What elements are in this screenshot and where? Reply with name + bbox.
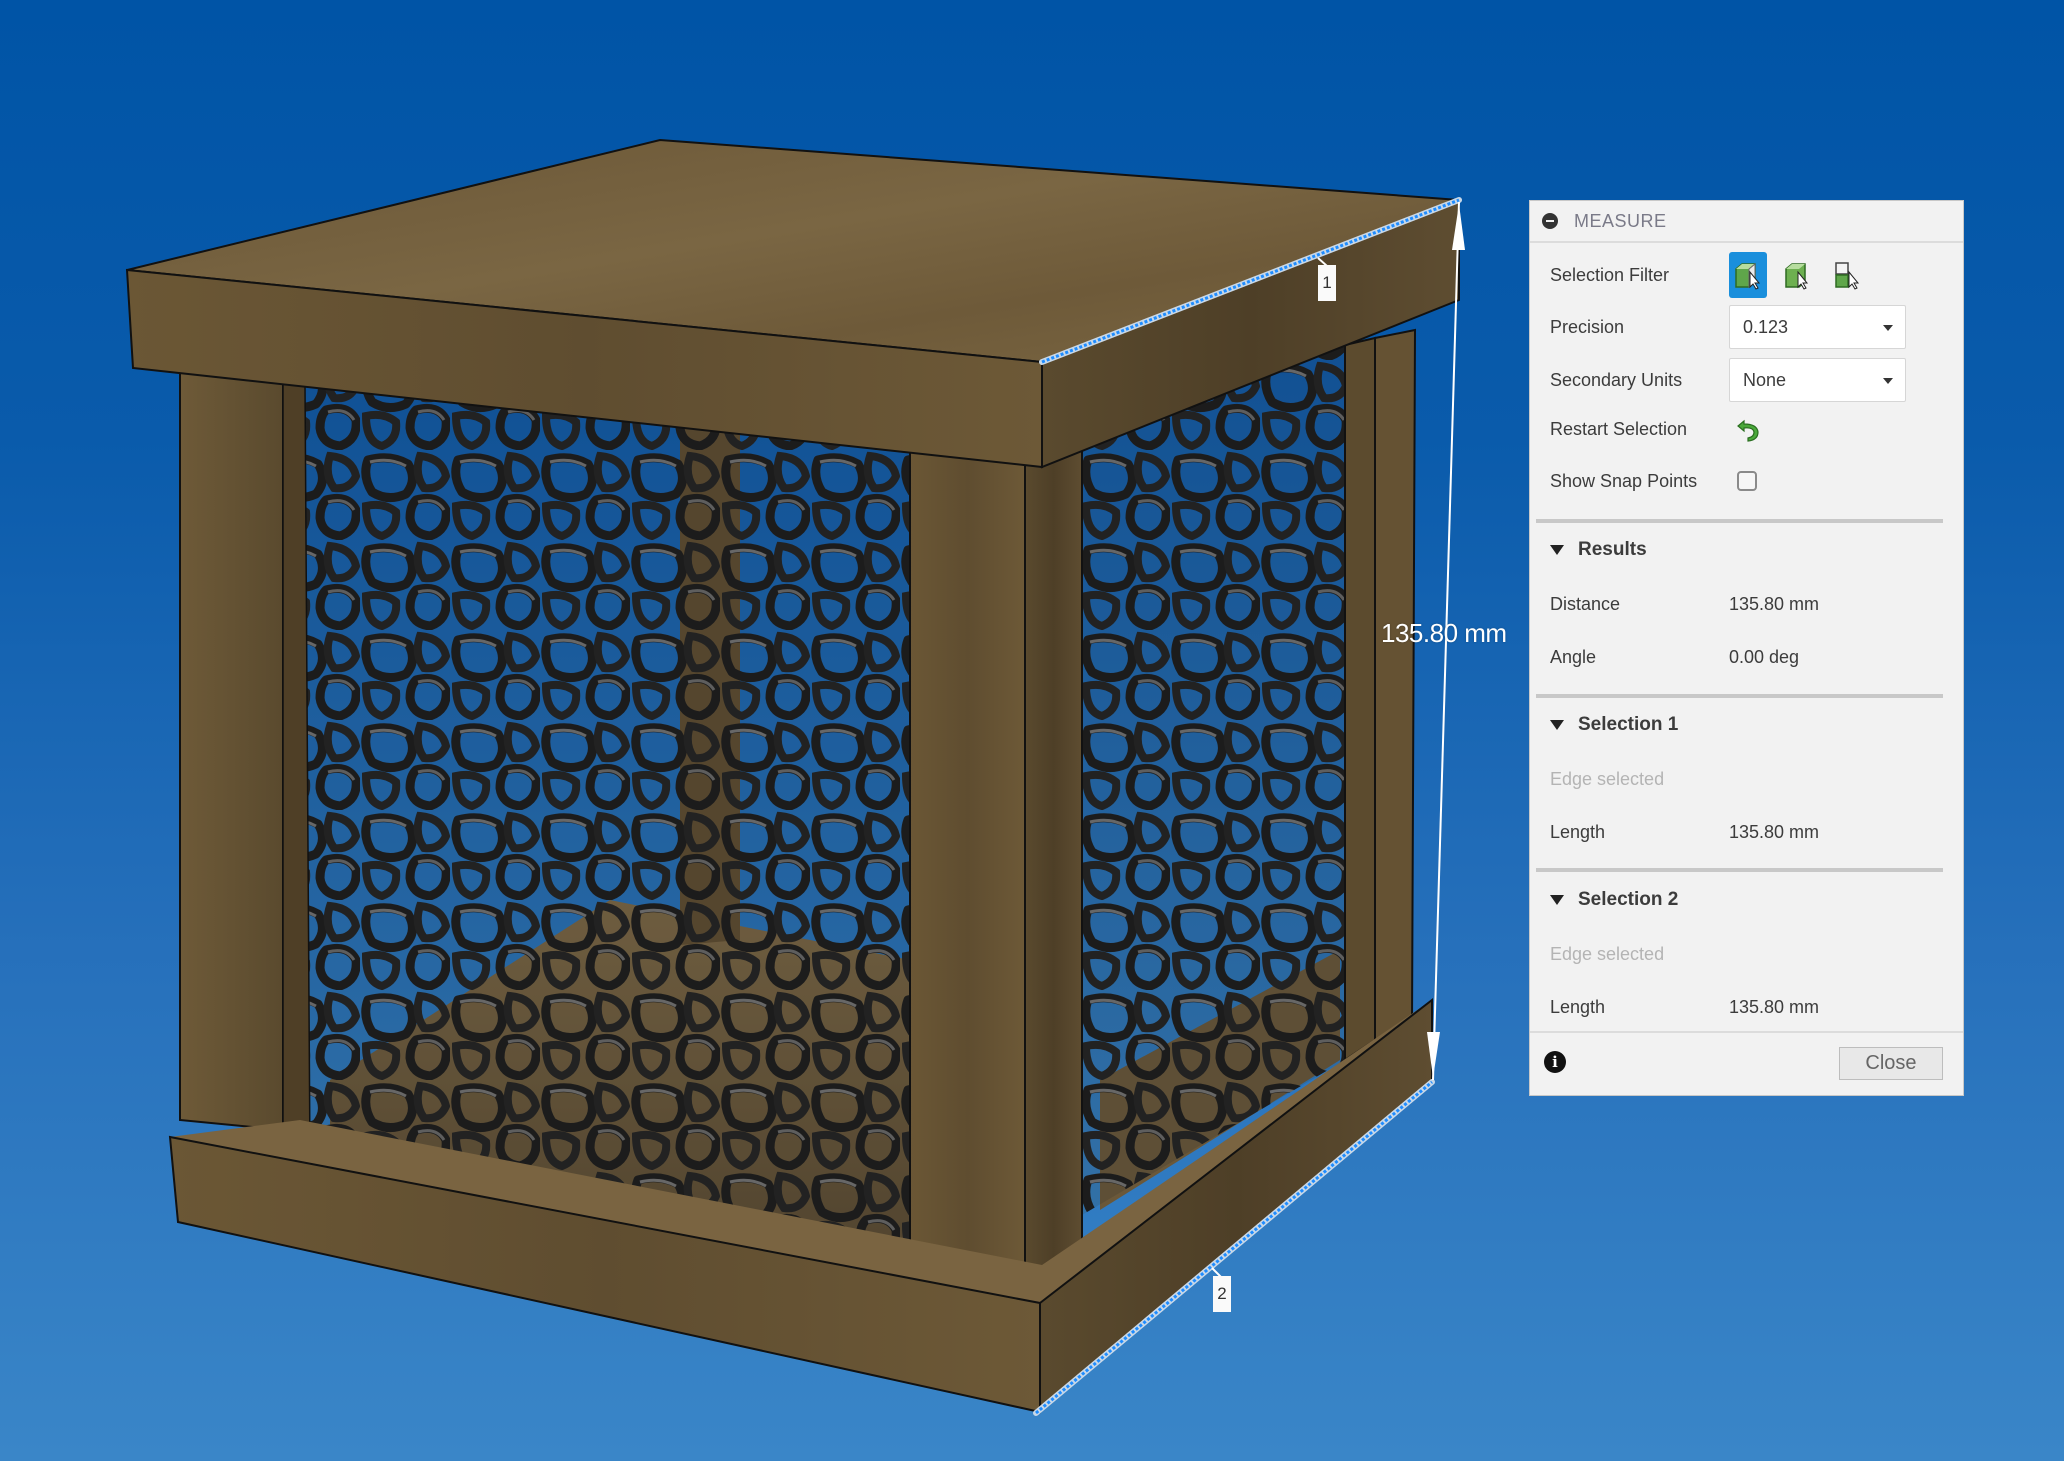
angle-label: Angle — [1550, 646, 1597, 667]
selection1-status: Edge selected — [1550, 768, 1665, 789]
back-right-column-face — [1374, 328, 1417, 1042]
selection2-section-header[interactable]: Selection 2 — [1550, 880, 1678, 920]
distance-label: Distance — [1550, 593, 1621, 614]
restart-selection-row: Restart Selection — [1550, 409, 1943, 449]
angle-row: Angle 0.00 deg — [1550, 637, 1943, 677]
front-left-column-inner — [282, 379, 311, 1161]
selection1-length-value: 135.80 mm — [1729, 821, 1820, 842]
select-face-icon — [1785, 263, 1809, 290]
front-left-column-side — [179, 368, 284, 1132]
filter-body-button[interactable] — [1729, 252, 1767, 298]
divider — [1536, 694, 1943, 698]
secondary-units-value: None — [1743, 369, 1787, 390]
selection2-length-row: Length 135.80 mm — [1550, 987, 1943, 1027]
distance-value: 135.80 mm — [1729, 593, 1820, 614]
precision-row: Precision 0.123 — [1550, 304, 1943, 350]
filter-face-button[interactable] — [1779, 252, 1817, 298]
front-right-column-side — [1024, 443, 1083, 1302]
restart-arrow-icon — [1737, 419, 1759, 442]
distance-row: Distance 135.80 mm — [1550, 584, 1943, 624]
caret-down-icon — [1550, 895, 1564, 905]
filter-component-button[interactable] — [1829, 252, 1867, 298]
restart-selection-button[interactable] — [1735, 415, 1763, 443]
selection-filter-row: Selection Filter — [1550, 248, 1943, 302]
divider — [1536, 868, 1943, 872]
secondary-units-dropdown[interactable]: None — [1729, 358, 1906, 402]
caret-down-icon — [1550, 720, 1564, 730]
precision-dropdown[interactable]: 0.123 — [1729, 305, 1906, 349]
precision-value: 0.123 — [1743, 316, 1789, 337]
edge-tag-1: 1 — [1318, 265, 1336, 301]
select-component-icon — [1835, 262, 1860, 290]
selection2-status: Edge selected — [1550, 943, 1665, 964]
close-button[interactable]: Close — [1839, 1047, 1943, 1080]
restart-selection-label: Restart Selection — [1550, 418, 1688, 439]
selection2-status-row: Edge selected — [1550, 934, 1943, 974]
dimension-label: 135.80 mm — [1381, 618, 1507, 648]
front-right-column-front — [909, 438, 1026, 1302]
side-lattice-pattern — [1082, 345, 1345, 1215]
precision-label: Precision — [1550, 316, 1625, 337]
selection2-header-label: Selection 2 — [1578, 889, 1679, 910]
selection1-status-row: Edge selected — [1550, 759, 1943, 799]
chevron-down-icon — [1883, 378, 1893, 384]
selection1-header-label: Selection 1 — [1578, 714, 1679, 735]
selection-filter-label: Selection Filter — [1550, 264, 1670, 285]
selection1-length-label: Length — [1550, 821, 1606, 842]
edge-tag-2: 2 — [1213, 1276, 1231, 1312]
back-right-column — [1344, 336, 1376, 1062]
selection2-length-label: Length — [1550, 996, 1606, 1017]
select-body-icon — [1735, 262, 1761, 290]
collapse-icon[interactable] — [1542, 213, 1558, 229]
panel-footer: i Close — [1530, 1031, 1963, 1095]
angle-value: 0.00 deg — [1729, 646, 1800, 667]
measure-panel: MEASURE Selection Filter Precision 0.123… — [1529, 200, 1964, 1096]
show-snap-points-label: Show Snap Points — [1550, 470, 1698, 491]
selection1-section-header[interactable]: Selection 1 — [1550, 705, 1678, 745]
front-lattice-pattern — [305, 385, 910, 1270]
secondary-units-row: Secondary Units None — [1550, 357, 1943, 403]
results-section-header[interactable]: Results — [1550, 530, 1647, 570]
show-snap-points-checkbox[interactable] — [1737, 471, 1757, 491]
selection2-length-value: 135.80 mm — [1729, 996, 1820, 1017]
info-icon[interactable]: i — [1544, 1051, 1566, 1073]
show-snap-points-row: Show Snap Points — [1550, 461, 1943, 501]
caret-down-icon — [1550, 545, 1564, 555]
secondary-units-label: Secondary Units — [1550, 369, 1683, 390]
panel-header: MEASURE — [1530, 201, 1963, 243]
panel-title: MEASURE — [1574, 210, 1667, 231]
chevron-down-icon — [1883, 325, 1893, 331]
selection1-length-row: Length 135.80 mm — [1550, 812, 1943, 852]
results-header-label: Results — [1578, 539, 1647, 560]
divider — [1536, 519, 1943, 523]
